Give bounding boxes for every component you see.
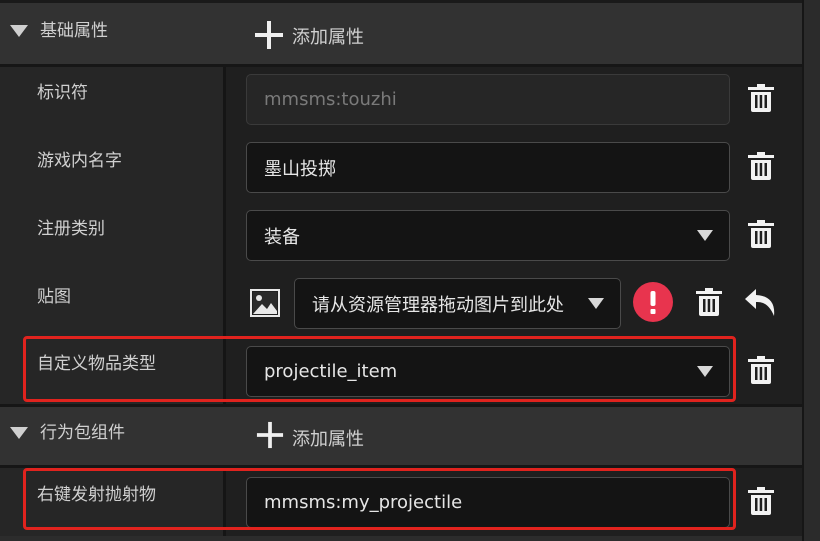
field-label-game-name: 游戏内名字 <box>37 151 122 171</box>
field-label-register-category: 注册类别 <box>37 219 105 239</box>
scrollbar-track[interactable] <box>803 0 820 541</box>
section-title-behavior: 行为包组件 <box>40 423 125 443</box>
trash-icon[interactable] <box>748 220 774 248</box>
add-attribute-button[interactable]: 添加属性 <box>292 23 364 49</box>
highlight-box <box>23 468 736 530</box>
trash-icon[interactable] <box>748 487 774 515</box>
texture-value: 请从资源管理器拖动图片到此处 <box>312 294 564 316</box>
plus-icon[interactable] <box>254 20 284 50</box>
undo-icon[interactable] <box>744 287 778 317</box>
section-header-divider <box>0 0 802 3</box>
section-header-behavior[interactable]: 行为包组件 添加属性 <box>0 407 802 465</box>
game-name-value: 墨山投掷 <box>264 158 336 180</box>
register-category-value: 装备 <box>264 226 300 248</box>
identifier-field: mmsms:touzhi <box>246 74 730 125</box>
image-icon[interactable] <box>250 289 280 317</box>
plus-icon[interactable] <box>256 421 284 449</box>
register-category-select[interactable]: 装备 <box>246 210 730 261</box>
field-label-identifier: 标识符 <box>37 83 88 103</box>
trash-icon[interactable] <box>748 152 774 180</box>
scrollbar-divider <box>802 0 804 541</box>
warning-icon[interactable] <box>633 282 673 322</box>
section-title-basic: 基础属性 <box>40 21 108 41</box>
identifier-value: mmsms:touzhi <box>264 89 397 110</box>
chevron-down-icon[interactable] <box>10 25 28 37</box>
chevron-down-icon[interactable] <box>697 229 713 241</box>
trash-icon[interactable] <box>748 356 774 384</box>
game-name-input[interactable]: 墨山投掷 <box>246 142 730 193</box>
chevron-down-icon[interactable] <box>10 427 28 439</box>
field-label-texture: 贴图 <box>37 287 71 307</box>
add-attribute-button[interactable]: 添加属性 <box>292 425 364 451</box>
bottom-divider <box>0 536 802 541</box>
highlight-box <box>23 336 736 402</box>
texture-select[interactable]: 请从资源管理器拖动图片到此处 <box>294 278 621 329</box>
trash-icon[interactable] <box>748 84 774 112</box>
chevron-down-icon[interactable] <box>588 297 604 309</box>
trash-icon[interactable] <box>696 288 722 316</box>
section-header-basic[interactable]: 基础属性 添加属性 <box>0 0 802 64</box>
